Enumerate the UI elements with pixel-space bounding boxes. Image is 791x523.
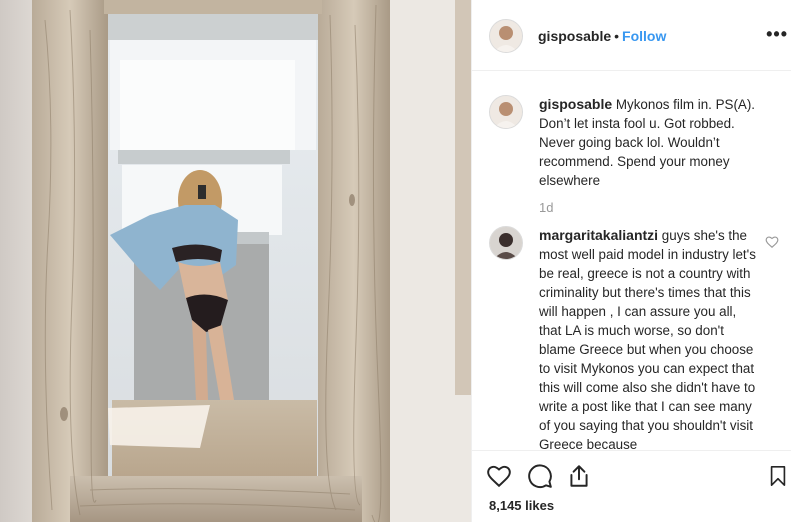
comments-list[interactable]: gisposable Mykonos film in. PS(A). Don’t…	[472, 71, 791, 450]
speech-bubble-icon[interactable]	[527, 463, 553, 489]
post-side-panel: gisposable • Follow ••• gisposable Mykonos…	[471, 0, 791, 522]
separator-dot: •	[614, 28, 620, 44]
bookmark-icon[interactable]	[767, 463, 789, 489]
avatar-image	[490, 96, 522, 128]
comment-text: margaritakaliantzi guys she's the most w…	[539, 226, 761, 450]
heart-icon[interactable]	[486, 463, 512, 489]
caption-timestamp[interactable]: 1d	[539, 200, 553, 215]
comment-username[interactable]: margaritakaliantzi	[539, 227, 658, 243]
share-icon[interactable]	[566, 463, 592, 489]
header-username[interactable]: gisposable	[538, 28, 611, 44]
heart-icon[interactable]	[765, 235, 779, 249]
post-actions: 8,145 likes	[472, 450, 791, 523]
photo-image	[0, 0, 471, 522]
likes-count[interactable]: 8,145 likes	[489, 498, 554, 513]
follow-button[interactable]: Follow	[622, 28, 666, 44]
post-photo[interactable]	[0, 0, 471, 522]
avatar[interactable]	[489, 226, 523, 260]
avatar-image	[490, 227, 522, 259]
comment-body: guys she's the most well paid model in i…	[539, 228, 756, 450]
avatar[interactable]	[489, 95, 523, 129]
more-options-icon[interactable]: •••	[766, 24, 788, 45]
caption-text: gisposable Mykonos film in. PS(A). Don’t…	[539, 95, 761, 190]
caption-username[interactable]: gisposable	[539, 96, 612, 112]
post-header: gisposable • Follow •••	[472, 0, 791, 71]
avatar[interactable]	[489, 19, 523, 53]
header-text: gisposable • Follow	[538, 28, 666, 44]
avatar-image	[490, 20, 522, 52]
